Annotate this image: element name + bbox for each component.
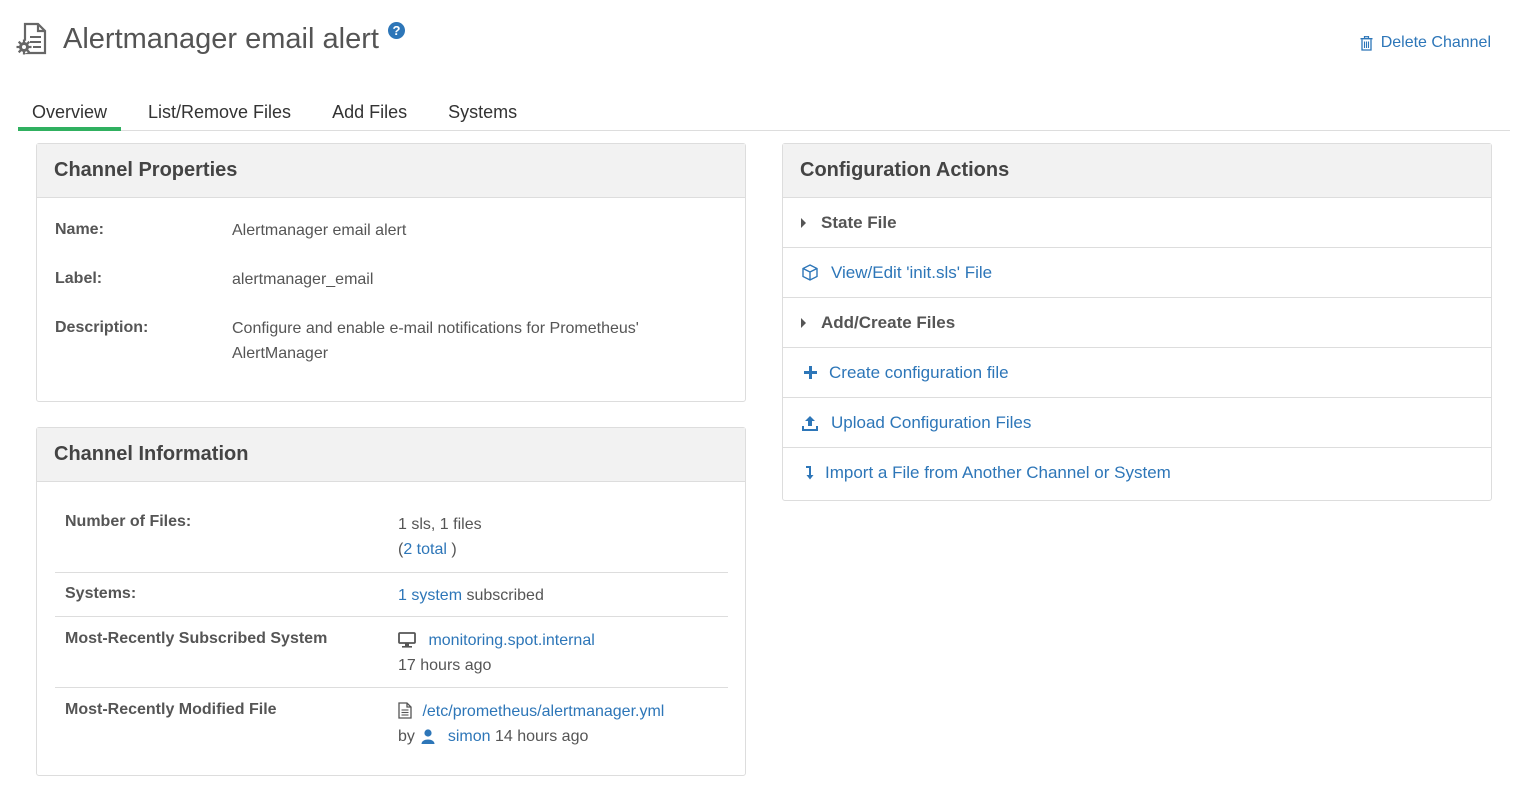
files-total-close: ) <box>446 541 457 558</box>
create-configuration-file-action[interactable]: Create configuration file <box>783 348 1491 398</box>
tab-list-remove-files[interactable]: List/Remove Files <box>148 96 291 131</box>
label-label: Label: <box>55 270 103 287</box>
desktop-icon <box>398 632 416 648</box>
label-value: alertmanager_email <box>232 271 374 288</box>
add-create-files-group[interactable]: Add/Create Files <box>783 298 1491 348</box>
caret-right-icon <box>801 217 806 228</box>
recent-system-link[interactable]: monitoring.spot.internal <box>428 632 594 649</box>
user-icon <box>421 729 435 744</box>
import-file-action[interactable]: Import a File from Another Channel or Sy… <box>783 448 1491 498</box>
recent-system-time: 17 hours ago <box>398 657 492 674</box>
tab-add-files[interactable]: Add Files <box>332 96 407 131</box>
delete-channel-button[interactable]: Delete Channel <box>1360 34 1491 52</box>
recent-file-by: by <box>398 728 415 745</box>
systems-label: Systems: <box>65 585 137 602</box>
cube-icon <box>801 264 819 282</box>
delete-channel-label: Delete Channel <box>1380 34 1491 51</box>
systems-row: Systems: 1 system subscribed <box>55 573 728 617</box>
recent-system-row: Most-Recently Subscribed System monitori… <box>55 617 728 688</box>
question-circle-icon[interactable]: ? <box>388 22 405 39</box>
add-create-files-group-label: Add/Create Files <box>821 312 956 332</box>
upload-configuration-files-link[interactable]: Upload Configuration Files <box>831 413 1031 433</box>
recent-file-label: Most-Recently Modified File <box>65 701 277 718</box>
files-total-link[interactable]: 2 total <box>403 541 447 558</box>
configuration-actions-heading: Configuration Actions <box>783 144 1491 198</box>
files-count-row: Number of Files: 1 sls, 1 files (2 total… <box>55 501 728 573</box>
file-text-icon <box>398 702 412 719</box>
config-channel-icon <box>16 22 48 56</box>
recent-file-row: Most-Recently Modified File /etc/prometh… <box>55 688 728 758</box>
channel-information-heading: Channel Information <box>37 428 745 482</box>
state-file-group-label: State File <box>821 212 897 232</box>
create-configuration-file-link[interactable]: Create configuration file <box>829 363 1009 383</box>
name-label: Name: <box>55 221 104 238</box>
trash-icon <box>1360 35 1373 51</box>
recent-file-time: 14 hours ago <box>494 728 589 745</box>
name-value: Alertmanager email alert <box>232 222 407 239</box>
systems-link[interactable]: 1 system <box>398 587 462 604</box>
plus-icon <box>801 364 819 382</box>
upload-icon <box>801 414 819 432</box>
upload-configuration-files-action[interactable]: Upload Configuration Files <box>783 398 1491 448</box>
files-count-label: Number of Files: <box>65 513 192 530</box>
channel-info-table: Number of Files: 1 sls, 1 files (2 total… <box>55 501 728 758</box>
recent-file-user-link[interactable]: simon <box>448 728 491 745</box>
recent-system-label: Most-Recently Subscribed System <box>65 630 328 647</box>
tab-overview[interactable]: Overview <box>18 96 122 131</box>
view-edit-init-sls-action[interactable]: View/Edit 'init.sls' File <box>783 248 1491 298</box>
channel-properties-heading: Channel Properties <box>37 144 745 198</box>
page-title: Alertmanager email alert <box>63 23 379 55</box>
caret-right-icon <box>801 317 806 328</box>
page-header: Alertmanager email alert ? Delete Channe… <box>16 20 1496 64</box>
import-file-link[interactable]: Import a File from Another Channel or Sy… <box>825 463 1171 483</box>
channel-tabs: Overview List/Remove Files Add Files Sys… <box>18 96 1510 131</box>
channel-information-panel: Channel Information Number of Files: 1 s… <box>36 427 746 776</box>
files-count-value: 1 sls, 1 files <box>398 516 482 533</box>
view-edit-init-sls-link[interactable]: View/Edit 'init.sls' File <box>831 263 992 283</box>
state-file-group[interactable]: State File <box>783 198 1491 248</box>
recent-file-link[interactable]: /etc/prometheus/alertmanager.yml <box>422 703 664 720</box>
systems-suffix: subscribed <box>462 587 544 604</box>
level-down-icon <box>801 464 819 482</box>
tab-systems[interactable]: Systems <box>448 96 517 131</box>
description-label: Description: <box>55 319 149 336</box>
description-value: Configure and enable e-mail notification… <box>232 320 639 362</box>
channel-properties-panel: Channel Properties Name: Alertmanager em… <box>36 143 746 402</box>
configuration-actions-panel: Configuration Actions State File View/Ed… <box>782 143 1492 501</box>
